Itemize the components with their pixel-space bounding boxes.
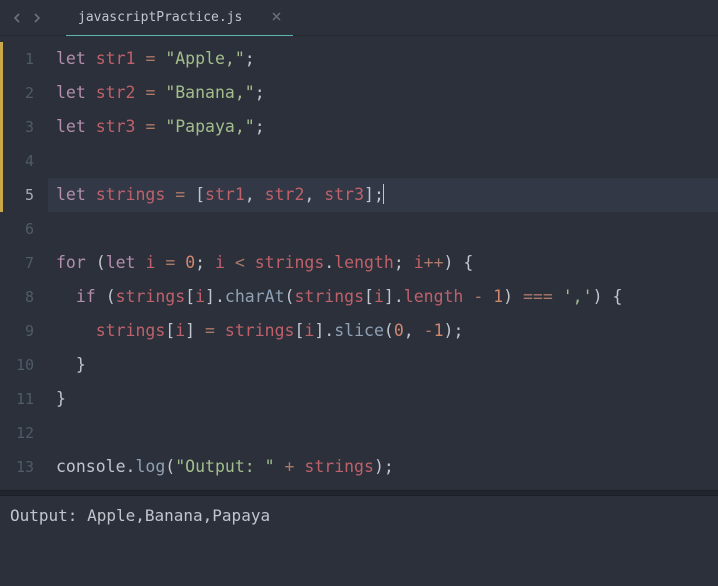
line-number: 12 (0, 416, 48, 450)
console-output-line: Output: Apple,Banana,Papaya (10, 506, 270, 525)
line-number: 4 (0, 144, 48, 178)
code-line[interactable]: for (let i = 0; i < strings.length; i++)… (48, 246, 718, 280)
code-editor[interactable]: 12345678910111213 let str1 = "Apple,";le… (0, 36, 718, 484)
code-line[interactable]: let str1 = "Apple,"; (48, 42, 718, 76)
line-number: 10 (0, 348, 48, 382)
tab-close-button[interactable] (272, 10, 281, 25)
code-line[interactable]: let strings = [str1, str2, str3]; (48, 178, 718, 212)
tab-bar: javascriptPractice.js (0, 0, 718, 36)
line-number: 13 (0, 450, 48, 484)
close-icon (272, 12, 281, 21)
code-line[interactable] (48, 144, 718, 178)
code-line[interactable] (48, 212, 718, 246)
tab-title: javascriptPractice.js (78, 10, 242, 25)
line-number: 6 (0, 212, 48, 246)
line-number: 2 (0, 76, 48, 110)
line-number: 9 (0, 314, 48, 348)
code-line[interactable]: console.log("Output: " + strings); (48, 450, 718, 484)
line-number-gutter: 12345678910111213 (0, 36, 48, 484)
code-line[interactable]: if (strings[i].charAt(strings[i].length … (48, 280, 718, 314)
line-number: 11 (0, 382, 48, 416)
modified-indicator (0, 42, 3, 212)
code-line[interactable]: strings[i] = strings[i].slice(0, -1); (48, 314, 718, 348)
chevron-right-icon (32, 13, 42, 23)
file-tab-active[interactable]: javascriptPractice.js (66, 0, 293, 36)
line-number: 1 (0, 42, 48, 76)
text-cursor (383, 184, 384, 204)
line-number: 7 (0, 246, 48, 280)
code-line[interactable]: } (48, 382, 718, 416)
line-number: 5 (0, 178, 48, 212)
chevron-left-icon (12, 13, 22, 23)
nav-forward-button[interactable] (28, 2, 46, 34)
line-number: 8 (0, 280, 48, 314)
nav-back-button[interactable] (8, 2, 26, 34)
code-line[interactable]: let str3 = "Papaya,"; (48, 110, 718, 144)
code-line[interactable] (48, 416, 718, 450)
code-line[interactable]: let str2 = "Banana,"; (48, 76, 718, 110)
line-number: 3 (0, 110, 48, 144)
console-output-panel: Output: Apple,Banana,Papaya (0, 496, 718, 586)
code-line[interactable]: } (48, 348, 718, 382)
code-area[interactable]: let str1 = "Apple,";let str2 = "Banana,"… (48, 36, 718, 484)
